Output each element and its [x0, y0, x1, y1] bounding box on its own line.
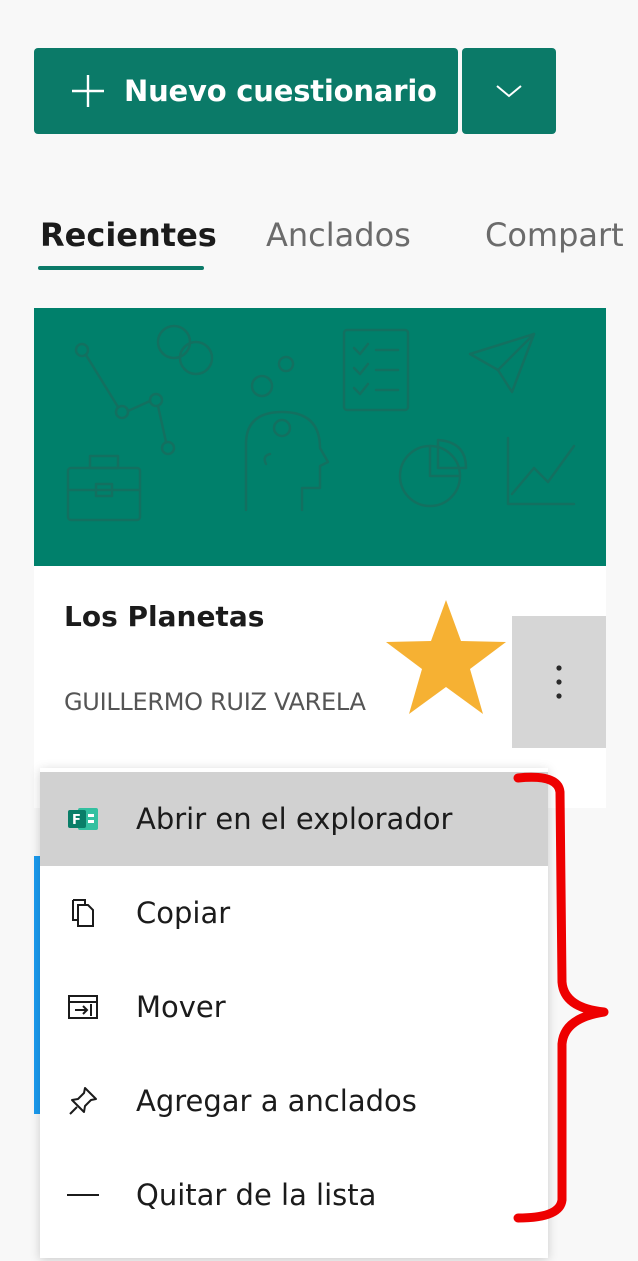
menu-item-copy[interactable]: Copiar: [40, 866, 548, 960]
menu-item-label: Abrir en el explorador: [136, 802, 453, 836]
quiz-card[interactable]: Los Planetas GUILLERMO RUIZ VARELA: [34, 308, 606, 808]
copy-icon: [66, 896, 100, 930]
star-annotation-icon: [386, 600, 506, 714]
new-options-dropdown-button[interactable]: [462, 48, 556, 134]
tab-recientes[interactable]: Recientes: [40, 216, 217, 254]
menu-item-move[interactable]: Mover: [40, 960, 548, 1054]
context-menu: F Abrir en el explorador Copiar Mover Ag…: [40, 768, 548, 1258]
menu-item-label: Quitar de la lista: [136, 1178, 377, 1212]
new-quiz-button[interactable]: Nuevo cuestionario: [34, 48, 458, 134]
active-tab-indicator: [38, 266, 204, 270]
card-title[interactable]: Los Planetas: [64, 600, 264, 633]
move-icon: [66, 990, 100, 1024]
card-header-illustration: [34, 308, 606, 566]
tab-compartidos[interactable]: Compart: [485, 216, 624, 254]
more-options-button[interactable]: [512, 616, 606, 748]
menu-item-label: Agregar a anclados: [136, 1084, 417, 1118]
menu-item-pin[interactable]: Agregar a anclados: [40, 1054, 548, 1148]
more-vertical-icon: [556, 665, 562, 699]
menu-item-label: Copiar: [136, 896, 231, 930]
brace-annotation-icon: [513, 772, 609, 1223]
chevron-down-icon: [496, 85, 522, 98]
menu-item-label: Mover: [136, 990, 226, 1024]
decorative-pattern-icon: [66, 324, 576, 522]
card-owner: GUILLERMO RUIZ VARELA: [64, 688, 366, 716]
new-quiz-label: Nuevo cuestionario: [124, 74, 437, 108]
remove-icon: [66, 1178, 100, 1212]
menu-item-remove-from-list[interactable]: Quitar de la lista: [40, 1148, 548, 1242]
menu-item-open-in-browser[interactable]: F Abrir en el explorador: [40, 772, 548, 866]
forms-app-icon: F: [66, 802, 100, 836]
pin-icon: [66, 1084, 100, 1118]
plus-icon: [72, 75, 104, 107]
svg-text:F: F: [72, 813, 81, 828]
tab-anclados[interactable]: Anclados: [266, 216, 411, 254]
